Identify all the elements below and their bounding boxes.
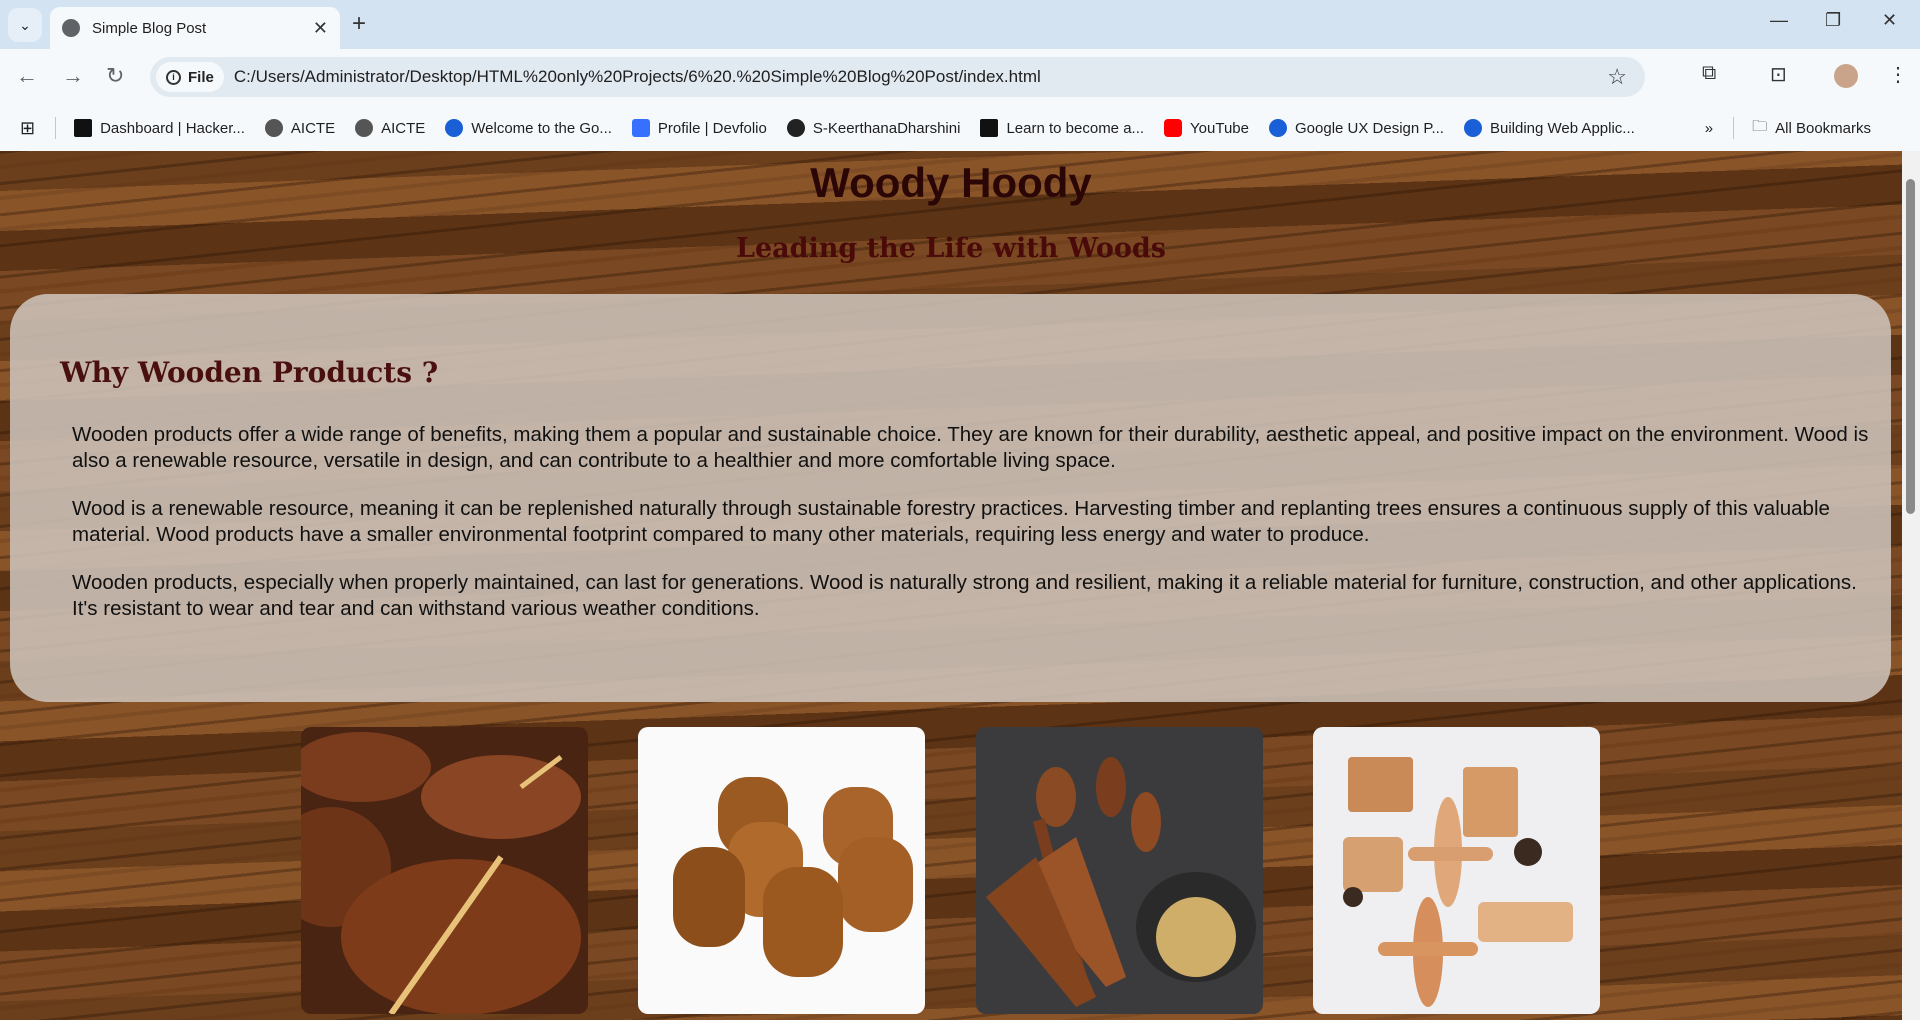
wooden-cups-image [638, 727, 925, 1014]
apps-icon[interactable]: ⊞ [20, 118, 35, 139]
paragraph: Wood is a renewable resource, meaning it… [72, 497, 1830, 546]
page-content: Woody Hoody Leading the Life with Woods … [0, 151, 1902, 1020]
bookmark-label: Welcome to the Go... [471, 119, 612, 137]
bookmark-item[interactable]: Learn to become a... [980, 119, 1144, 137]
screenshot-icon[interactable]: ⊡ [1770, 62, 1787, 87]
close-tab-icon[interactable]: ✕ [313, 18, 328, 39]
wooden-plates-image [301, 727, 588, 1014]
minimize-button[interactable]: — [1770, 10, 1788, 31]
reload-button[interactable]: ↻ [106, 63, 124, 89]
devfolio-icon [631, 119, 650, 137]
site-subtitle: Leading the Life with Woods [735, 233, 1167, 264]
hackerrank-icon [74, 119, 93, 137]
bookmark-item[interactable]: Google UX Design P... [1269, 119, 1444, 137]
paragraph: Wooden products, especially when properl… [72, 571, 1857, 620]
all-bookmarks-button[interactable]: 🗀 All Bookmarks [1752, 116, 1871, 141]
bookmark-label: AICTE [290, 119, 336, 137]
github-icon [786, 119, 805, 137]
close-window-button[interactable]: ✕ [1882, 10, 1897, 31]
bookmark-item[interactable]: Building Web Applic... [1463, 119, 1635, 137]
section-heading: Why Wooden Products ? [60, 356, 439, 389]
divider [1733, 117, 1735, 139]
wooden-utensils-image [976, 727, 1263, 1014]
bookmark-label: S-KeerthanaDharshini [812, 119, 961, 137]
bookmark-label: AICTE [381, 119, 426, 137]
menu-icon[interactable]: ⋮ [1888, 62, 1908, 87]
wooden-toys-image [1313, 727, 1600, 1014]
tab-search-button[interactable]: ⌄ [8, 8, 42, 42]
site-info-chip[interactable]: i File [156, 62, 224, 92]
bookmark-item[interactable]: AICTE [355, 119, 425, 137]
coursera-icon [445, 119, 464, 137]
more-bookmarks-icon[interactable]: » [1705, 120, 1713, 137]
bookmark-item[interactable]: Dashboard | Hacker... [74, 119, 245, 137]
coursera-icon [1269, 119, 1287, 137]
globe-icon [264, 119, 283, 137]
paragraph: Wooden products offer a wide range of be… [72, 423, 1869, 472]
profile-avatar[interactable] [1834, 64, 1858, 88]
new-tab-button[interactable]: + [352, 10, 366, 38]
bookmark-item[interactable]: Welcome to the Go... [445, 119, 612, 137]
folder-icon: 🗀 [1752, 117, 1768, 135]
divider [55, 117, 57, 139]
bookmark-item[interactable]: YouTube [1164, 119, 1249, 137]
bookmark-label: Building Web Applic... [1489, 119, 1635, 137]
browser-toolbar: ← → ↻ i File C:/Users/Administrator/Deskt… [0, 49, 1920, 105]
tab-active[interactable]: Simple Blog Post ✕ [50, 7, 340, 49]
roadmap-icon [980, 119, 999, 137]
bookmark-item[interactable]: S-KeerthanaDharshini [786, 119, 961, 137]
forward-button[interactable]: → [62, 63, 84, 89]
bookmark-item[interactable]: AICTE [264, 119, 336, 137]
bookmark-label: Learn to become a... [1006, 119, 1145, 137]
bookmark-label: Dashboard | Hacker... [100, 119, 245, 137]
content-panel: Why Wooden Products ? Wooden products of… [10, 294, 1891, 702]
page-scrollbar[interactable] [1902, 151, 1920, 1020]
chevron-down-icon: ⌄ [19, 16, 31, 33]
back-button[interactable]: ← [16, 63, 38, 89]
bookmark-label: YouTube [1190, 119, 1249, 137]
file-label: File [188, 68, 214, 86]
address-bar[interactable]: i File C:/Users/Administrator/Desktop/HTM… [150, 57, 1645, 97]
all-bookmarks-label: All Bookmarks [1775, 119, 1872, 137]
tab-strip: ⌄ Simple Blog Post ✕ + — ❐ ✕ [0, 0, 1920, 49]
url-text[interactable]: C:/Users/Administrator/Desktop/HTML%20on… [234, 67, 1041, 87]
bookmark-item[interactable]: Profile | Devfolio [631, 119, 767, 137]
site-title: Woody Hoody [810, 159, 1092, 206]
bookmarks-bar: ⊞ Dashboard | Hacker... AICTE AICTE Welc… [0, 105, 1920, 151]
restore-button[interactable]: ❐ [1825, 10, 1841, 31]
bookmark-label: Profile | Devfolio [657, 119, 767, 137]
globe-icon [355, 119, 374, 137]
bookmark-star-icon[interactable]: ☆ [1607, 64, 1627, 90]
extensions-icon[interactable]: ⧉ [1702, 62, 1716, 85]
tab-title: Simple Blog Post [92, 19, 207, 37]
coursera-icon [1463, 119, 1482, 137]
scrollbar-thumb[interactable] [1906, 179, 1915, 514]
info-icon: i [166, 69, 181, 85]
globe-icon [62, 19, 80, 37]
youtube-icon [1164, 119, 1183, 137]
bookmark-label: Google UX Design P... [1295, 119, 1444, 137]
